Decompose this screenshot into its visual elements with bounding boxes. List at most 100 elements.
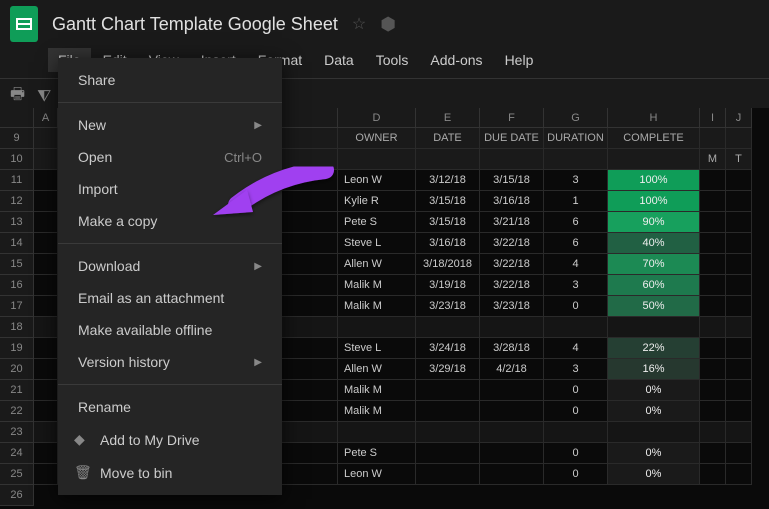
- col-header-E[interactable]: E: [416, 108, 480, 128]
- menu-import[interactable]: Import: [58, 173, 282, 205]
- cell[interactable]: 6: [544, 233, 608, 254]
- star-icon[interactable]: ☆: [352, 14, 366, 34]
- cell[interactable]: [700, 212, 726, 233]
- cell[interactable]: [480, 380, 544, 401]
- cell[interactable]: [726, 443, 752, 464]
- cell[interactable]: Malik M: [338, 380, 416, 401]
- cell[interactable]: [700, 128, 726, 149]
- row-header[interactable]: 16: [0, 275, 34, 296]
- col-header-I[interactable]: I: [700, 108, 726, 128]
- cell[interactable]: [34, 317, 58, 338]
- cell[interactable]: 70%: [608, 254, 700, 275]
- cell[interactable]: [416, 149, 480, 170]
- cell[interactable]: [700, 233, 726, 254]
- cell[interactable]: [726, 212, 752, 233]
- cell[interactable]: [700, 317, 726, 338]
- cell[interactable]: [726, 296, 752, 317]
- col-header-J[interactable]: J: [726, 108, 752, 128]
- cell[interactable]: Kylie R: [338, 191, 416, 212]
- cell[interactable]: 0: [544, 464, 608, 485]
- cell[interactable]: 3/15/18: [416, 191, 480, 212]
- cell[interactable]: [34, 149, 58, 170]
- cell[interactable]: T: [726, 149, 752, 170]
- cell[interactable]: [608, 422, 700, 443]
- cell[interactable]: [416, 464, 480, 485]
- cell[interactable]: [416, 317, 480, 338]
- cell[interactable]: [726, 401, 752, 422]
- cell[interactable]: 3/29/18: [416, 359, 480, 380]
- cell[interactable]: [726, 338, 752, 359]
- cell[interactable]: 3/23/18: [416, 296, 480, 317]
- cell[interactable]: OWNER: [338, 128, 416, 149]
- cell[interactable]: 22%: [608, 338, 700, 359]
- cell[interactable]: 3/22/18: [480, 275, 544, 296]
- cell[interactable]: 16%: [608, 359, 700, 380]
- cell[interactable]: [480, 317, 544, 338]
- menu-move-to-bin[interactable]: 🗑Move to bin: [58, 456, 282, 489]
- cell[interactable]: [480, 401, 544, 422]
- row-header[interactable]: 11: [0, 170, 34, 191]
- cell[interactable]: 0: [544, 380, 608, 401]
- cell[interactable]: [34, 422, 58, 443]
- row-header[interactable]: 21: [0, 380, 34, 401]
- cell[interactable]: [338, 149, 416, 170]
- cell[interactable]: [544, 422, 608, 443]
- cell[interactable]: [338, 422, 416, 443]
- doc-title[interactable]: Gantt Chart Template Google Sheet: [52, 14, 338, 35]
- cell[interactable]: [726, 359, 752, 380]
- cell[interactable]: [608, 149, 700, 170]
- cell[interactable]: [726, 422, 752, 443]
- cell[interactable]: DURATION: [544, 128, 608, 149]
- cell[interactable]: [700, 422, 726, 443]
- print-icon[interactable]: 🖶: [10, 83, 25, 110]
- cell[interactable]: [34, 275, 58, 296]
- cell[interactable]: [480, 443, 544, 464]
- menu-rename[interactable]: Rename: [58, 391, 282, 423]
- cell[interactable]: [700, 443, 726, 464]
- cell[interactable]: DUE DATE: [480, 128, 544, 149]
- cell[interactable]: 0: [544, 296, 608, 317]
- menu-new[interactable]: New▶: [58, 109, 282, 141]
- menu-offline[interactable]: Make available offline: [58, 314, 282, 346]
- menu-open[interactable]: OpenCtrl+O: [58, 141, 282, 173]
- cell[interactable]: Malik M: [338, 275, 416, 296]
- cell[interactable]: [34, 338, 58, 359]
- cell[interactable]: 1: [544, 191, 608, 212]
- cell[interactable]: 3/16/18: [480, 191, 544, 212]
- cell[interactable]: [416, 422, 480, 443]
- cell[interactable]: 0%: [608, 464, 700, 485]
- cell[interactable]: 3/28/18: [480, 338, 544, 359]
- cell[interactable]: Pete S: [338, 212, 416, 233]
- cell[interactable]: [726, 464, 752, 485]
- menu-data[interactable]: Data: [314, 48, 364, 72]
- cell[interactable]: 100%: [608, 191, 700, 212]
- row-header[interactable]: 14: [0, 233, 34, 254]
- cell[interactable]: 100%: [608, 170, 700, 191]
- menu-share[interactable]: Share: [58, 64, 282, 96]
- cell[interactable]: [416, 443, 480, 464]
- cell[interactable]: [726, 275, 752, 296]
- menu-make-copy[interactable]: Make a copy: [58, 205, 282, 237]
- cell[interactable]: 3/22/18: [480, 254, 544, 275]
- cell[interactable]: [34, 233, 58, 254]
- cell[interactable]: [726, 191, 752, 212]
- folder-icon[interactable]: ⬢: [380, 14, 396, 35]
- row-header[interactable]: 15: [0, 254, 34, 275]
- sheets-logo[interactable]: [10, 6, 38, 42]
- cell[interactable]: 3/18/2018: [416, 254, 480, 275]
- cell[interactable]: Allen W: [338, 359, 416, 380]
- row-header[interactable]: 23: [0, 422, 34, 443]
- cell[interactable]: [726, 170, 752, 191]
- cell[interactable]: Steve L: [338, 233, 416, 254]
- select-all-corner[interactable]: [0, 108, 34, 128]
- cell[interactable]: 3/15/18: [416, 212, 480, 233]
- cell[interactable]: [700, 254, 726, 275]
- col-header-H[interactable]: H: [608, 108, 700, 128]
- cell[interactable]: [416, 401, 480, 422]
- cell[interactable]: [700, 359, 726, 380]
- cell[interactable]: [700, 338, 726, 359]
- cell[interactable]: [700, 401, 726, 422]
- cell[interactable]: [34, 212, 58, 233]
- filter-icon[interactable]: ⧨: [37, 88, 51, 106]
- col-header-G[interactable]: G: [544, 108, 608, 128]
